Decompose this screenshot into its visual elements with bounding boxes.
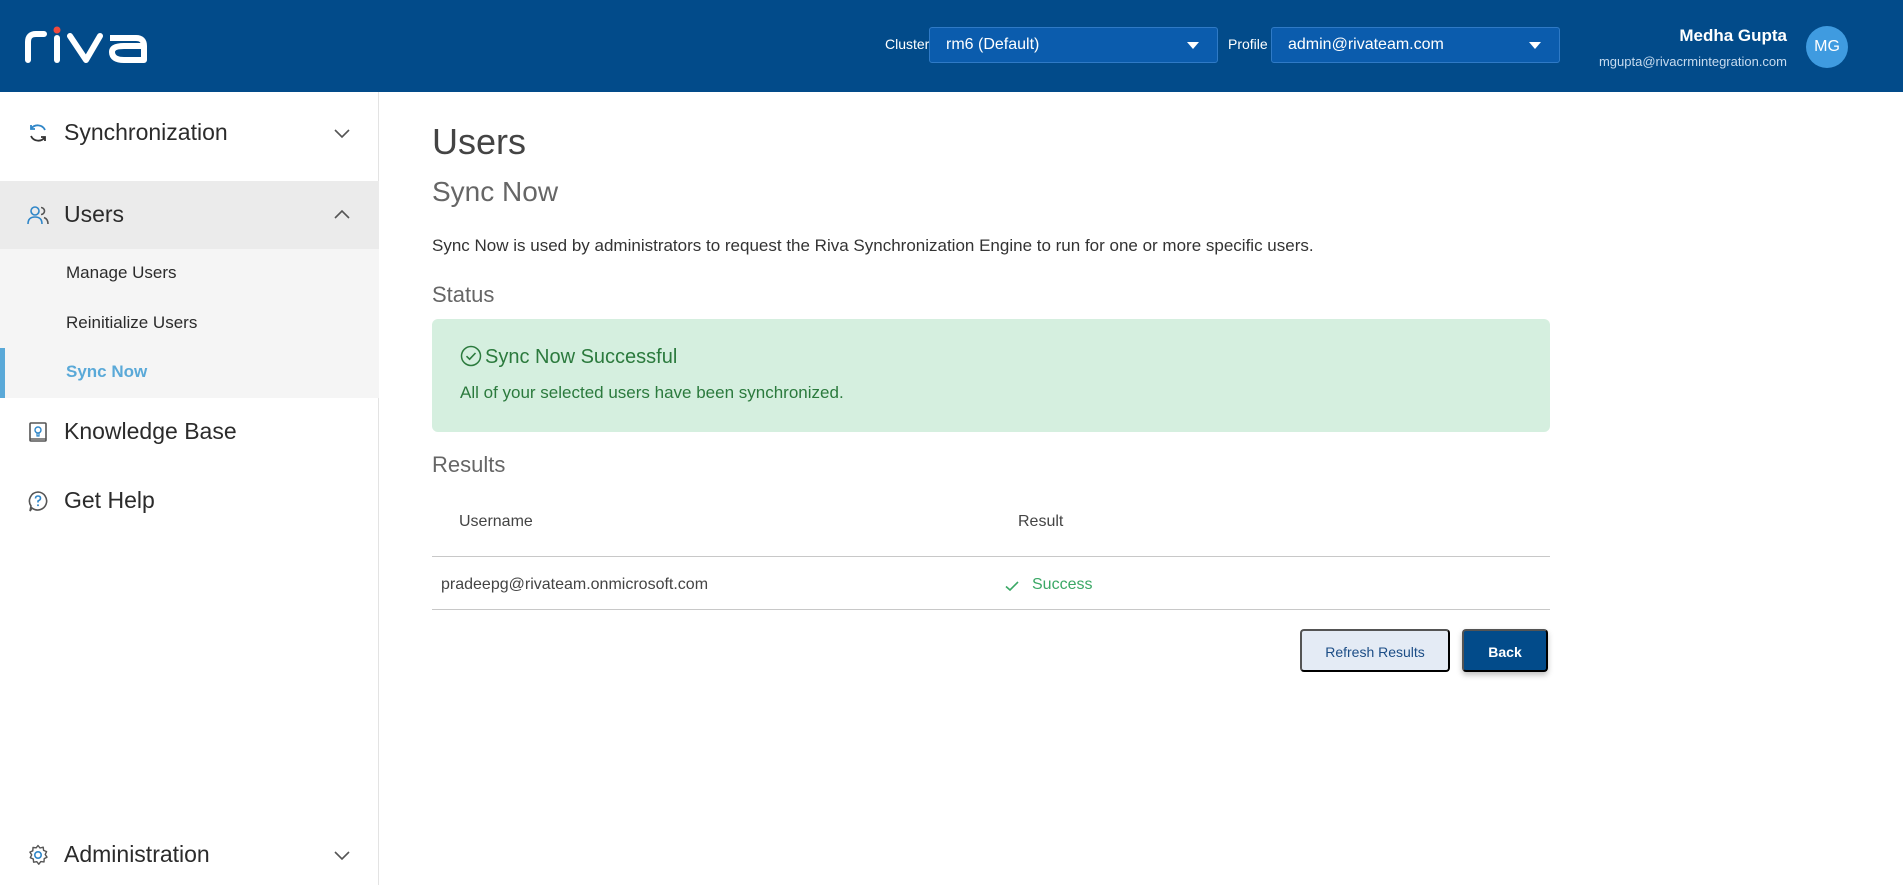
sidebar-subitem-reinitialize-users[interactable]: Reinitialize Users [0, 299, 379, 349]
chevron-down-icon [334, 851, 350, 861]
sidebar-item-administration[interactable]: Administration [0, 821, 379, 889]
success-alert: Sync Now Successful All of your selected… [432, 319, 1550, 432]
book-icon [29, 422, 47, 442]
user-email: mgupta@rivacrmintegration.com [1598, 54, 1787, 69]
cluster-select-value: rm6 (Default) [946, 36, 1040, 53]
sidebar-item-label: Users [64, 201, 125, 227]
sidebar-subitem-label: Reinitialize Users [66, 313, 198, 332]
back-button[interactable]: Back [1462, 629, 1548, 672]
gear-icon [29, 844, 48, 865]
page-title: Users [432, 121, 527, 162]
check-circle-icon [460, 345, 482, 367]
users-icon [27, 206, 49, 225]
sidebar: Synchronization Users Manage Users Reini… [0, 92, 379, 885]
table-divider [432, 556, 1550, 557]
users-submenu: Manage Users Reinitialize Users Sync Now [0, 249, 379, 398]
sidebar-item-synchronization[interactable]: Synchronization [0, 99, 379, 167]
status-heading: Status [432, 282, 495, 307]
column-header-result: Result [1018, 513, 1064, 530]
sync-icon [30, 124, 46, 142]
chevron-up-icon [334, 209, 350, 219]
column-header-username: Username [459, 513, 533, 530]
cell-result: Success [1032, 576, 1093, 593]
sidebar-subitem-sync-now[interactable]: Sync Now [0, 348, 379, 398]
alert-title: Sync Now Successful [485, 346, 678, 368]
sidebar-item-label: Synchronization [64, 119, 228, 145]
sidebar-item-get-help[interactable]: Get Help [0, 467, 379, 535]
top-bar: Cluster rm6 (Default) Profile admin@riva… [0, 0, 1903, 92]
page-description: Sync Now is used by administrators to re… [432, 236, 1314, 255]
riva-logo[interactable] [24, 24, 150, 64]
alert-message: All of your selected users have been syn… [460, 383, 844, 402]
sidebar-subitem-label: Manage Users [66, 263, 177, 282]
sidebar-subitem-manage-users[interactable]: Manage Users [0, 249, 379, 299]
refresh-results-button[interactable]: Refresh Results [1300, 629, 1450, 672]
cell-username: pradeepg@rivateam.onmicrosoft.com [441, 576, 709, 593]
sidebar-item-users[interactable]: Users [0, 181, 379, 249]
page-subtitle: Sync Now [432, 176, 559, 207]
profile-select-value: admin@rivateam.com [1288, 36, 1444, 53]
sidebar-item-label: Administration [64, 841, 210, 867]
check-icon [1005, 581, 1019, 592]
chevron-down-icon [1529, 42, 1541, 49]
avatar[interactable]: MG [1806, 26, 1848, 68]
cluster-label: Cluster [885, 36, 930, 52]
sidebar-item-knowledge-base[interactable]: Knowledge Base [0, 398, 379, 466]
table-divider [432, 609, 1550, 610]
results-heading: Results [432, 452, 506, 477]
cluster-select[interactable]: rm6 (Default) [929, 27, 1218, 63]
chevron-down-icon [334, 129, 350, 139]
sidebar-item-label: Get Help [64, 487, 155, 513]
user-name: Medha Gupta [1679, 26, 1787, 45]
profile-label: Profile [1228, 36, 1268, 52]
profile-select[interactable]: admin@rivateam.com [1271, 27, 1560, 63]
chevron-down-icon [1187, 42, 1199, 49]
sidebar-item-label: Knowledge Base [64, 418, 237, 444]
sidebar-subitem-label: Sync Now [66, 362, 148, 381]
help-icon [28, 491, 48, 512]
results-table: Username Result pradeepg@rivateam.onmicr… [432, 500, 1550, 610]
